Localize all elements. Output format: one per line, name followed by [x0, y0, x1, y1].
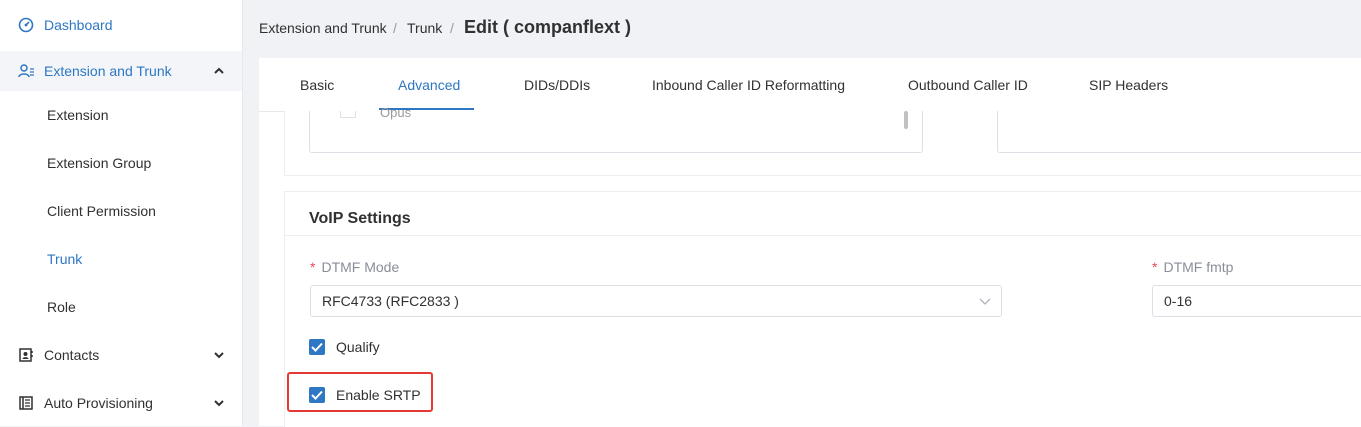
check-icon — [311, 390, 323, 400]
tab-inbound-caller-id-reformatting[interactable]: Inbound Caller ID Reformatting — [652, 77, 845, 93]
breadcrumb-separator: / — [393, 20, 397, 36]
tab-advanced[interactable]: Advanced — [398, 77, 460, 93]
sidebar-item-extension[interactable]: Extension — [47, 107, 108, 123]
sidebar: Dashboard Extension and Trunk Extension … — [0, 0, 243, 426]
check-icon — [311, 342, 323, 352]
qualify-label[interactable]: Qualify — [336, 339, 380, 355]
users-icon — [18, 64, 34, 78]
sidebar-item-extension-and-trunk[interactable]: Extension and Trunk — [0, 51, 242, 91]
sidebar-item-label: Dashboard — [44, 17, 113, 33]
sidebar-item-contacts[interactable]: Contacts — [0, 335, 242, 375]
chevron-down-icon — [214, 352, 224, 359]
dtmf-fmtp-input[interactable]: 0-16 — [1152, 285, 1361, 317]
voip-settings-card: VoIP Settings * DTMF Mode RFC4733 (RFC283… — [284, 191, 1361, 427]
breadcrumb-extension-and-trunk[interactable]: Extension and Trunk — [259, 20, 387, 36]
dtmf-fmtp-value: 0-16 — [1164, 293, 1193, 309]
sidebar-item-client-permission[interactable]: Client Permission — [47, 203, 156, 219]
enable-srtp-label[interactable]: Enable SRTP — [336, 387, 421, 403]
sidebar-item-auto-provisioning[interactable]: Auto Provisioning — [0, 383, 242, 423]
sidebar-item-extension-group[interactable]: Extension Group — [47, 155, 151, 171]
required-mark: * — [310, 259, 316, 275]
codec-list[interactable]: Opus — [309, 105, 923, 153]
main-content: Basic Advanced DIDs/DDIs Inbound Caller … — [259, 58, 1361, 427]
chevron-up-icon — [214, 67, 224, 74]
selected-codec-list[interactable] — [997, 111, 1361, 153]
breadcrumb-trunk[interactable]: Trunk — [407, 20, 442, 36]
codec-card: Opus — [284, 105, 1361, 176]
tab-sip-headers[interactable]: SIP Headers — [1089, 77, 1168, 93]
dtmf-mode-label: * DTMF Mode — [310, 259, 399, 275]
divider — [285, 235, 1361, 236]
dtmf-mode-label-text: DTMF Mode — [321, 259, 400, 275]
chevron-down-icon — [214, 400, 224, 407]
required-mark: * — [1152, 259, 1158, 275]
provisioning-icon — [19, 396, 33, 410]
tab-outbound-caller-id[interactable]: Outbound Caller ID — [908, 77, 1028, 93]
codec-checkbox[interactable] — [340, 111, 356, 118]
scrollbar-thumb[interactable] — [904, 111, 908, 129]
breadcrumb: Extension and Trunk / Trunk / Edit ( com… — [243, 0, 1361, 58]
dtmf-mode-value: RFC4733 (RFC2833 ) — [322, 293, 459, 309]
section-title: VoIP Settings — [309, 210, 411, 227]
qualify-checkbox[interactable] — [309, 339, 325, 355]
dtmf-fmtp-label-text: DTMF fmtp — [1163, 259, 1234, 275]
sidebar-item-role[interactable]: Role — [47, 299, 76, 315]
sidebar-item-label: Extension and Trunk — [44, 63, 172, 79]
sidebar-item-dashboard[interactable]: Dashboard — [0, 5, 242, 45]
dtmf-fmtp-label: * DTMF fmtp — [1152, 259, 1233, 275]
tab-bar: Basic Advanced DIDs/DDIs Inbound Caller … — [259, 58, 1361, 112]
tab-basic[interactable]: Basic — [300, 77, 334, 93]
sidebar-item-label: Auto Provisioning — [44, 395, 153, 411]
codec-item-label: Opus — [380, 105, 412, 120]
page-title: Edit ( companflext ) — [464, 17, 632, 37]
sidebar-item-trunk[interactable]: Trunk — [47, 251, 82, 267]
dashboard-icon — [18, 17, 34, 33]
contacts-icon — [19, 348, 33, 362]
tab-dids-ddis[interactable]: DIDs/DDIs — [524, 77, 590, 93]
chevron-down-icon — [979, 298, 991, 305]
breadcrumb-separator: / — [450, 20, 454, 36]
enable-srtp-checkbox[interactable] — [309, 387, 325, 403]
sidebar-item-label: Contacts — [44, 347, 100, 363]
dtmf-mode-select[interactable]: RFC4733 (RFC2833 ) — [310, 285, 1002, 317]
